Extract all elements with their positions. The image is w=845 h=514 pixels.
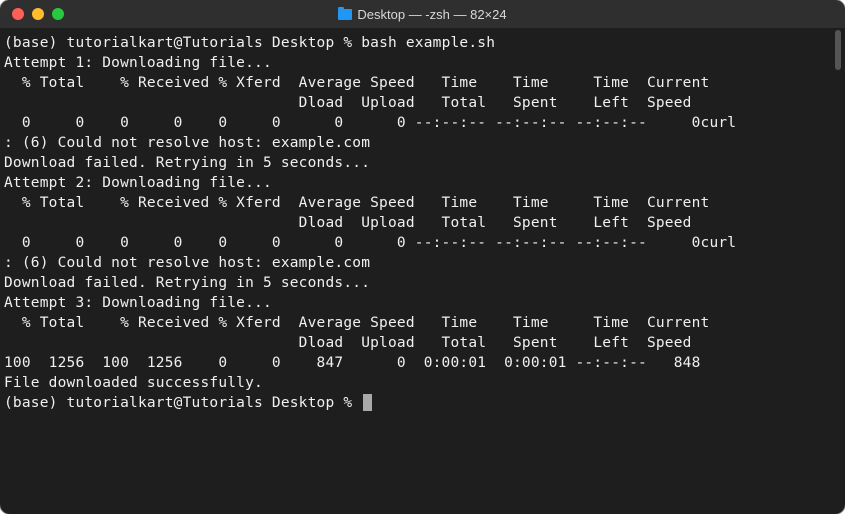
minimize-icon[interactable] — [32, 8, 44, 20]
output-line: % Total % Received % Xferd Average Speed… — [4, 315, 709, 331]
output-line: Dload Upload Total Spent Left Speed — [4, 335, 692, 351]
title-text: Desktop — -zsh — 82×24 — [357, 7, 506, 22]
output-line: Download failed. Retrying in 5 seconds..… — [4, 275, 370, 291]
output-line: % Total % Received % Xferd Average Speed… — [4, 195, 709, 211]
output-line: 0 0 0 0 0 0 0 0 --:--:-- --:--:-- --:--:… — [4, 235, 736, 251]
titlebar: Desktop — -zsh — 82×24 — [0, 0, 845, 28]
output-line: Attempt 2: Downloading file... — [4, 175, 272, 191]
output-line: : (6) Could not resolve host: example.co… — [4, 255, 370, 271]
window-controls — [0, 8, 64, 20]
window-title: Desktop — -zsh — 82×24 — [0, 7, 845, 22]
close-icon[interactable] — [12, 8, 24, 20]
cursor — [363, 394, 372, 411]
output-line: Dload Upload Total Spent Left Speed — [4, 95, 692, 111]
output-line: Attempt 3: Downloading file... — [4, 295, 272, 311]
terminal-output[interactable]: (base) tutorialkart@Tutorials Desktop % … — [0, 28, 845, 418]
zoom-icon[interactable] — [52, 8, 64, 20]
output-line: Dload Upload Total Spent Left Speed — [4, 215, 692, 231]
output-line: : (6) Could not resolve host: example.co… — [4, 135, 370, 151]
command-text: bash example.sh — [361, 35, 495, 51]
output-line: 100 1256 100 1256 0 0 847 0 0:00:01 0:00… — [4, 355, 701, 371]
output-line: 0 0 0 0 0 0 0 0 --:--:-- --:--:-- --:--:… — [4, 115, 736, 131]
prompt: (base) tutorialkart@Tutorials Desktop % — [4, 395, 361, 411]
terminal-window: Desktop — -zsh — 82×24 (base) tutorialka… — [0, 0, 845, 514]
output-line: File downloaded successfully. — [4, 375, 263, 391]
output-line: Attempt 1: Downloading file... — [4, 55, 272, 71]
scrollbar-thumb[interactable] — [835, 30, 841, 70]
output-line: Download failed. Retrying in 5 seconds..… — [4, 155, 370, 171]
scrollbar[interactable] — [833, 30, 843, 510]
output-line: % Total % Received % Xferd Average Speed… — [4, 75, 709, 91]
prompt: (base) tutorialkart@Tutorials Desktop % — [4, 35, 361, 51]
folder-icon — [338, 9, 352, 20]
